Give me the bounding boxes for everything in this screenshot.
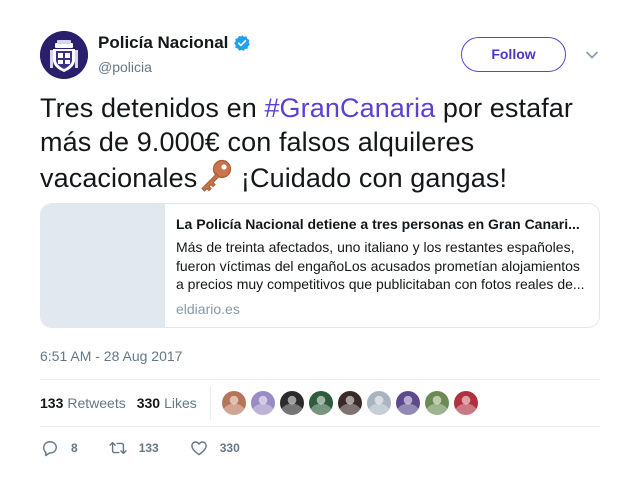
- retweets-stat[interactable]: 133 Retweets: [40, 395, 126, 411]
- liker-5-avatar[interactable]: [337, 391, 362, 415]
- card-domain: eldiario.es: [176, 301, 240, 317]
- tweet-text-end: ¡Cuidado con gangas!: [233, 163, 508, 193]
- retweets-stat-label: Retweets: [67, 395, 126, 411]
- tweet-text-start: Tres detenidos en: [40, 93, 265, 123]
- retweet-count: 133: [138, 441, 159, 455]
- reply-button[interactable]: 8: [40, 438, 78, 458]
- liker-2-avatar[interactable]: [250, 391, 275, 415]
- likes-stat-count: 330: [136, 395, 161, 411]
- like-button[interactable]: 330: [189, 438, 240, 458]
- tweet-actions: 8 133 330: [40, 437, 270, 459]
- liker-9-avatar[interactable]: [453, 391, 478, 415]
- reply-icon: [40, 438, 60, 458]
- tweet-text: Tres detenidos en #GranCanaria por estaf…: [40, 91, 615, 195]
- card-description: Más de treinta afectados, uno italiano y…: [176, 239, 585, 292]
- liker-6-avatar[interactable]: [366, 391, 391, 415]
- divider: [40, 426, 600, 427]
- likes-stat-label: Likes: [164, 395, 197, 411]
- author-name-row: Policía Nacional: [98, 33, 251, 53]
- like-count: 330: [219, 441, 240, 455]
- tweet-timestamp[interactable]: 6:51 AM - 28 Aug 2017: [40, 348, 182, 364]
- key-emoji-icon: [197, 159, 233, 193]
- reply-count: 8: [71, 441, 78, 455]
- heart-icon: [189, 438, 209, 458]
- retweets-stat-count: 133: [40, 395, 64, 411]
- liker-3-avatar[interactable]: [279, 391, 304, 415]
- hashtag-link[interactable]: #GranCanaria: [264, 93, 435, 123]
- card-body: La Policía Nacional detiene a tres perso…: [165, 204, 599, 327]
- retweet-button[interactable]: 133: [108, 438, 159, 458]
- liker-8-avatar[interactable]: [424, 391, 449, 415]
- liker-1-avatar[interactable]: [221, 391, 246, 415]
- follow-button[interactable]: Follow: [461, 37, 566, 72]
- card-thumbnail[interactable]: [41, 204, 165, 327]
- verified-badge-icon: [233, 34, 251, 52]
- liker-7-avatar[interactable]: [395, 391, 420, 415]
- link-preview-card[interactable]: La Policía Nacional detiene a tres perso…: [40, 203, 600, 328]
- likes-stat[interactable]: 330 Likes: [137, 395, 197, 411]
- retweet-icon: [108, 438, 128, 458]
- card-title[interactable]: La Policía Nacional detiene a tres perso…: [176, 215, 587, 234]
- tweet-header: Policía Nacional @policia Follow: [40, 31, 600, 79]
- author-handle[interactable]: @policia: [98, 59, 152, 75]
- chevron-down-icon[interactable]: [585, 48, 599, 62]
- police-badge-icon[interactable]: [40, 31, 88, 79]
- liker-4-avatar[interactable]: [308, 391, 333, 415]
- likers-avatars: [221, 391, 483, 415]
- author-display-name[interactable]: Policía Nacional: [98, 33, 228, 53]
- tweet-stats: 133 Retweets 330 Likes: [40, 380, 600, 426]
- stats-separator: [209, 386, 211, 420]
